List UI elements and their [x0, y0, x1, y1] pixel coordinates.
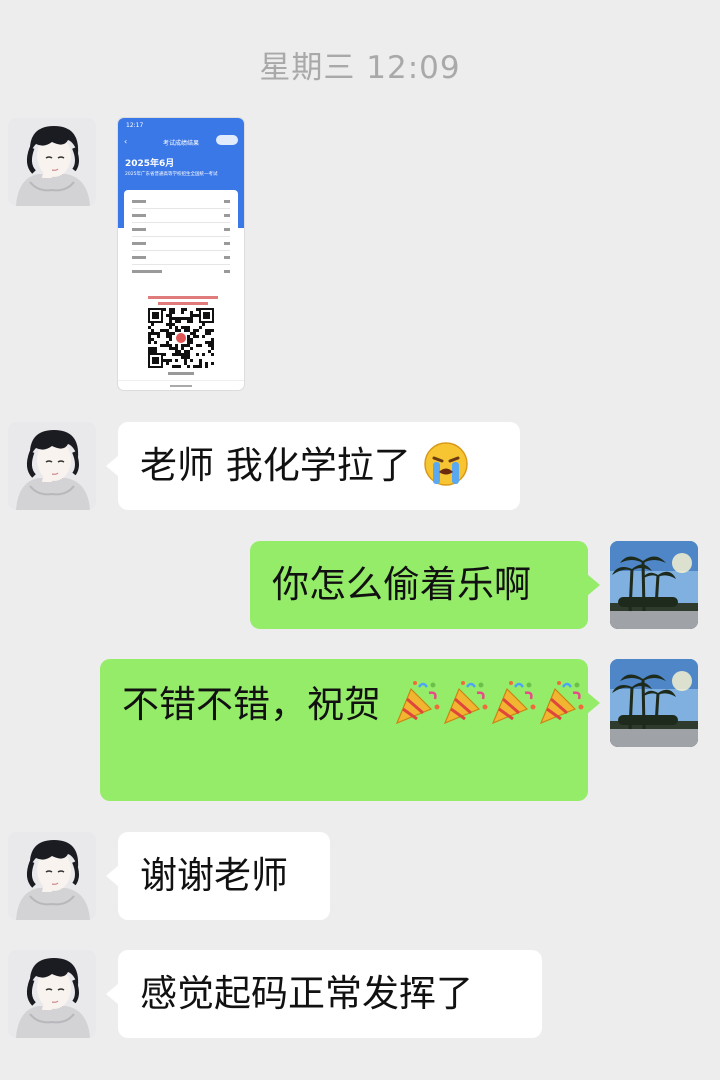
score-report-note: [148, 296, 218, 299]
incoming-message-bubble[interactable]: 谢谢老师: [106, 832, 330, 920]
score-report-status-time: 12:17: [126, 122, 144, 129]
contact-avatar[interactable]: [8, 118, 96, 206]
party-popper-icon: [393, 679, 441, 727]
qr-code-icon: [148, 308, 214, 368]
party-popper-icon: [537, 679, 585, 727]
message-text: 感觉起码正常发挥了: [140, 972, 473, 1015]
outgoing-message-bubble[interactable]: 不错不错，祝贺: [100, 659, 600, 801]
qr-code-caption: [168, 372, 194, 375]
anime-boy-avatar-icon: [8, 832, 96, 920]
score-report-heading: 2025年6月: [125, 159, 175, 169]
contact-avatar[interactable]: [8, 832, 96, 920]
palm-trees-avatar-icon: [610, 541, 698, 629]
message-text: 老师 我化学拉了: [140, 444, 411, 487]
message-text: 不错不错，祝贺: [122, 683, 381, 726]
message-timestamp: 星期三 12:09: [259, 50, 461, 86]
crying-face-icon: [423, 441, 469, 487]
party-popper-icon: [489, 679, 537, 727]
contact-avatar[interactable]: [8, 422, 96, 510]
score-report-footer: [118, 380, 244, 390]
message-text: 谢谢老师: [140, 854, 288, 897]
my-avatar[interactable]: [610, 659, 698, 747]
message-text: 你怎么偷着乐啊: [272, 563, 531, 606]
incoming-message-bubble[interactable]: 老师 我化学拉了: [106, 422, 520, 510]
score-report-image[interactable]: 12:17 ‹ 考试成绩结果 2025年6月 2025年广东省普通高等学校招生全…: [118, 118, 244, 390]
contact-avatar[interactable]: [8, 950, 96, 1038]
score-report-subtitle: 2025年广东省普通高等学校招生全国统一考试: [125, 172, 218, 177]
palm-trees-avatar-icon: [610, 659, 698, 747]
my-avatar[interactable]: [610, 541, 698, 629]
score-report-card: [124, 190, 238, 288]
anime-boy-avatar-icon: [8, 950, 96, 1038]
anime-boy-avatar-icon: [8, 118, 96, 206]
party-popper-icon: [441, 679, 489, 727]
score-report-note-line: [158, 302, 208, 305]
mini-program-capsule-icon: [216, 135, 238, 145]
anime-boy-avatar-icon: [8, 422, 96, 510]
incoming-message-bubble[interactable]: 感觉起码正常发挥了: [106, 950, 542, 1038]
outgoing-message-bubble[interactable]: 你怎么偷着乐啊: [250, 541, 600, 629]
